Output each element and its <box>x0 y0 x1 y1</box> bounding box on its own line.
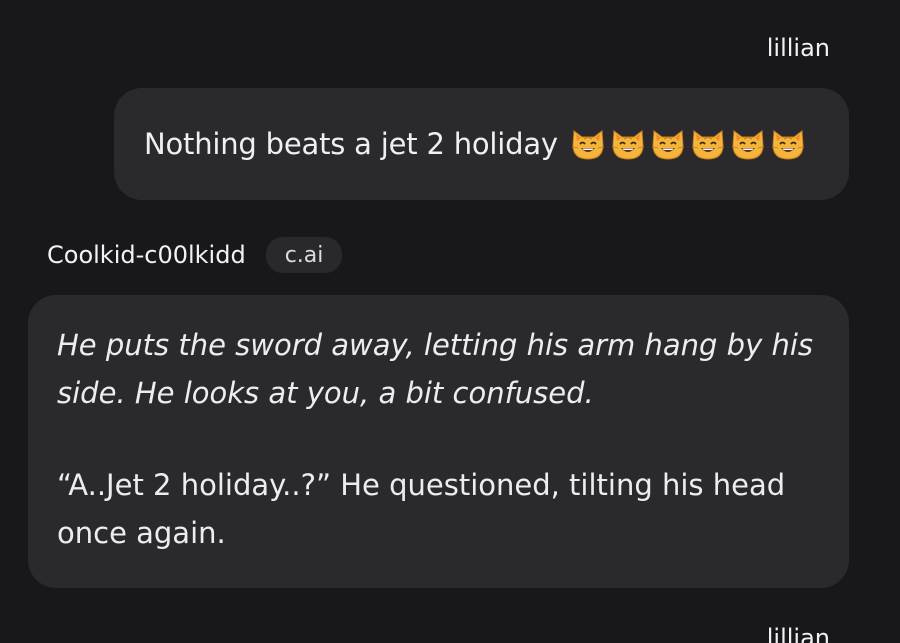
grinning-cat-icon <box>570 126 606 162</box>
bot-action-text: He puts the sword away, letting his arm … <box>57 328 814 410</box>
grinning-cat-icon <box>770 126 806 162</box>
grinning-cat-icon <box>650 126 686 162</box>
bot-sender-name[interactable]: Coolkid-c00lkidd <box>47 241 246 269</box>
cai-badge: c.ai <box>265 237 343 273</box>
user-message-text: Nothing beats a jet 2 holiday <box>144 127 558 161</box>
user-sender-name: lillian <box>766 34 830 62</box>
bot-message-header: Coolkid-c00lkidd c.ai <box>47 237 343 273</box>
next-sender-name: lillian <box>766 624 830 643</box>
bot-message-bubble[interactable]: He puts the sword away, letting his arm … <box>28 295 849 588</box>
grinning-cat-icon <box>690 126 726 162</box>
chat-screen: lillian Nothing beats a jet 2 holiday Co… <box>0 0 900 643</box>
emoji-row <box>570 126 806 162</box>
user-message-bubble[interactable]: Nothing beats a jet 2 holiday <box>114 88 849 200</box>
grinning-cat-icon <box>610 126 646 162</box>
bot-speech-text: “A..Jet 2 holiday..?” He questioned, til… <box>57 468 786 550</box>
grinning-cat-icon <box>730 126 766 162</box>
